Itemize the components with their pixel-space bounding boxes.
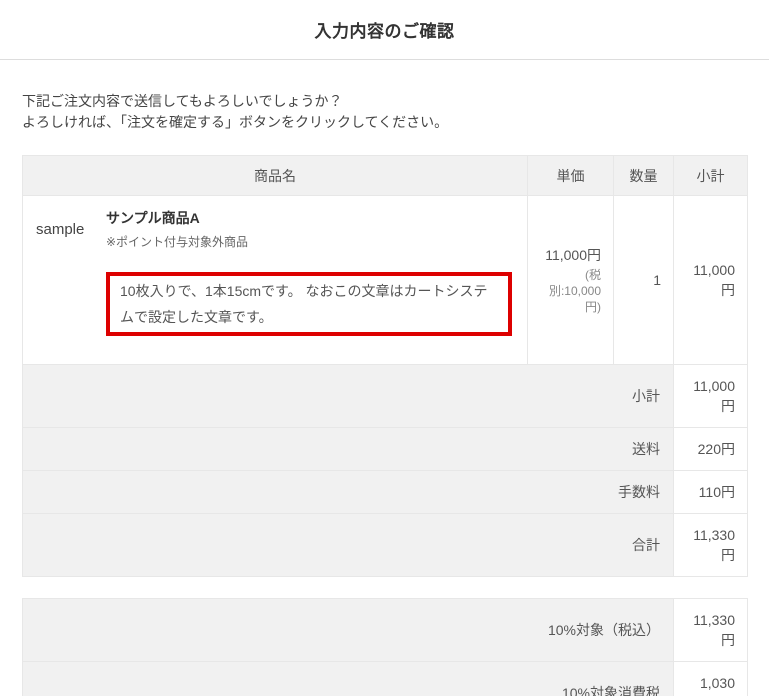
product-description: 10枚入りで、1本15cmです。 なおこの文章はカートシステムで設定した文章です… bbox=[120, 283, 488, 325]
title-divider bbox=[0, 59, 769, 60]
product-info: サンプル商品A ※ポイント付与対象外商品 bbox=[106, 209, 248, 250]
tax-label-taxable-amount: 10%対象（税込） bbox=[22, 598, 674, 662]
product-image-placeholder: sample bbox=[36, 221, 85, 238]
tax-row-taxable-amount: 10%対象（税込） 11,330円 bbox=[22, 598, 748, 662]
col-header-unit-price: 単価 bbox=[527, 155, 614, 196]
col-header-product: 商品名 bbox=[22, 155, 528, 196]
summary-value-shipping: 220円 bbox=[673, 427, 748, 471]
summary-row-fee: 手数料 110円 bbox=[22, 470, 748, 514]
summary-row-subtotal: 小計 11,000円 bbox=[22, 364, 748, 428]
unit-price-cell: 11,000円 (税別:10,000円) bbox=[527, 195, 614, 365]
page-title: 入力内容のご確認 bbox=[314, 22, 455, 41]
intro-text: 下記ご注文内容で送信してもよろしいでしょうか？ よろしければ、「注文を確定する」… bbox=[22, 91, 747, 133]
page-content: 下記ご注文内容で送信してもよろしいでしょうか？ よろしければ、「注文を確定する」… bbox=[0, 91, 769, 696]
summary-row-total: 合計 11,330円 bbox=[22, 513, 748, 577]
quantity-cell: 1 bbox=[613, 195, 674, 365]
product-name: サンプル商品A bbox=[106, 210, 200, 226]
order-confirmation-page: 入力内容のご確認 下記ご注文内容で送信してもよろしいでしょうか？ よろしければ、… bbox=[0, 0, 769, 696]
summary-value-fee: 110円 bbox=[673, 470, 748, 514]
unit-price: 11,000円 bbox=[545, 247, 601, 263]
tax-label-consumption-tax: 10%対象消費税 bbox=[22, 661, 674, 696]
product-row: sample サンプル商品A ※ポイント付与対象外商品 10枚入りで、1本15c… bbox=[22, 195, 748, 365]
tax-value-consumption-tax: 1,030円 bbox=[673, 661, 748, 696]
product-cell: sample サンプル商品A ※ポイント付与対象外商品 10枚入りで、1本15c… bbox=[22, 195, 528, 365]
tax-breakdown-table: 10%対象（税込） 11,330円 10%対象消費税 1,030円 bbox=[22, 598, 748, 696]
product-points-note: ※ポイント付与対象外商品 bbox=[106, 235, 249, 249]
table-header-row: 商品名 単価 数量 小計 bbox=[22, 155, 748, 196]
col-header-subtotal: 小計 bbox=[673, 155, 748, 196]
summary-label-subtotal: 小計 bbox=[22, 364, 674, 428]
unit-price-tax-note: (税別:10,000円) bbox=[548, 268, 601, 314]
intro-line-1: 下記ご注文内容で送信してもよろしいでしょうか？ bbox=[22, 93, 343, 109]
summary-row-shipping: 送料 220円 bbox=[22, 427, 748, 471]
summary-label-total: 合計 bbox=[22, 513, 674, 577]
intro-line-2: よろしければ、「注文を確定する」ボタンをクリックしてください。 bbox=[22, 114, 449, 130]
order-table: 商品名 単価 数量 小計 sample サンプル商品A ※ポイント付与対象外商品 bbox=[22, 155, 748, 577]
product-summary: sample サンプル商品A ※ポイント付与対象外商品 bbox=[36, 209, 514, 250]
summary-value-subtotal: 11,000円 bbox=[673, 364, 748, 428]
summary-value-total: 11,330円 bbox=[673, 513, 748, 577]
summary-label-shipping: 送料 bbox=[22, 427, 674, 471]
tax-value-taxable-amount: 11,330円 bbox=[673, 598, 748, 662]
summary-label-fee: 手数料 bbox=[22, 470, 674, 514]
col-header-quantity: 数量 bbox=[613, 155, 674, 196]
line-subtotal-cell: 11,000円 bbox=[673, 195, 748, 365]
product-description-highlight: 10枚入りで、1本15cmです。 なおこの文章はカートシステムで設定した文章です… bbox=[106, 272, 512, 336]
tax-row-consumption-tax: 10%対象消費税 1,030円 bbox=[22, 661, 748, 696]
